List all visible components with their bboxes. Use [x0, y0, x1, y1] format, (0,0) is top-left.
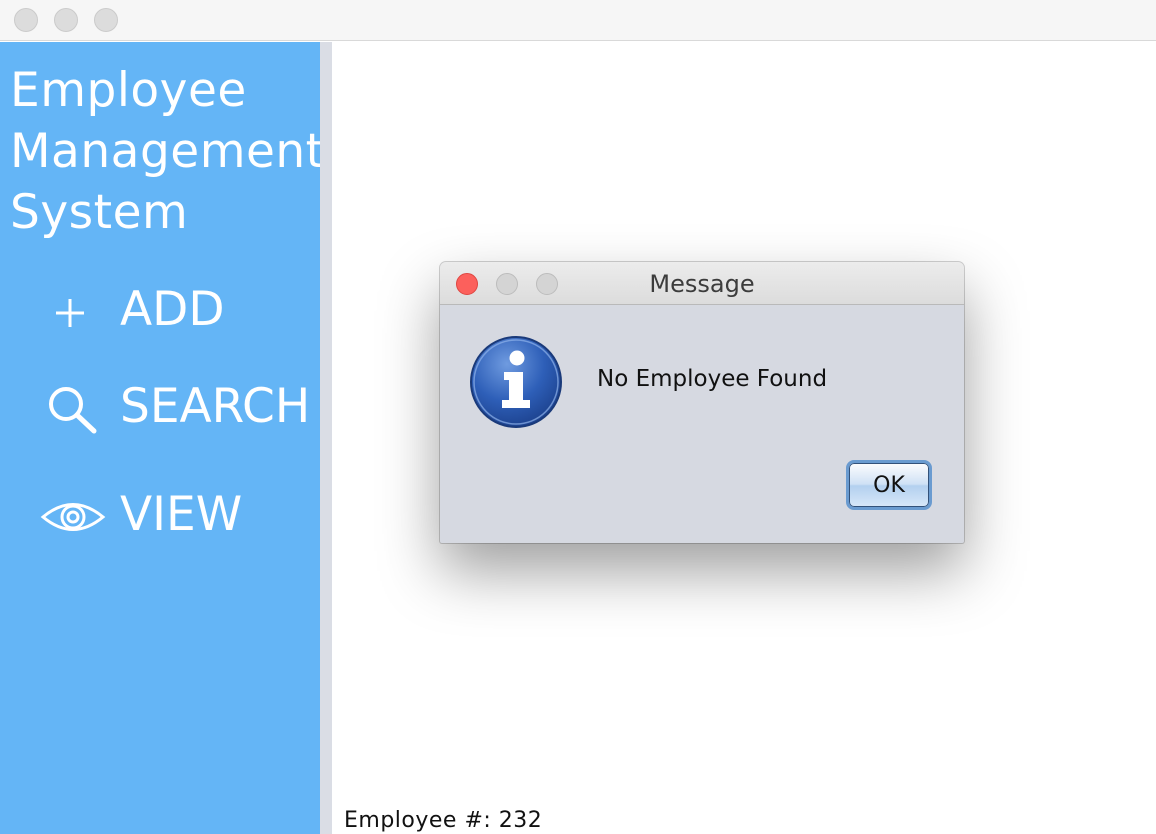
app-title-line: Management — [10, 124, 325, 179]
sidebar-item-add[interactable]: ADD — [0, 275, 320, 345]
app-title-line: System — [10, 185, 189, 240]
window-titlebar — [0, 0, 1156, 41]
app-title: Employee Management System — [10, 60, 325, 243]
employee-number-label: Employee #: — [344, 808, 492, 833]
ok-button[interactable]: OK — [846, 460, 932, 510]
sidebar-item-label: ADD — [120, 282, 225, 337]
sidebar-item-label: SEARCH — [120, 379, 311, 434]
employee-number-value: 232 — [498, 808, 543, 833]
search-icon — [49, 387, 97, 434]
window-close-button[interactable] — [14, 8, 38, 32]
message-dialog: Message No Employee Found OK — [440, 262, 964, 543]
window-zoom-button[interactable] — [94, 8, 118, 32]
info-icon — [470, 336, 562, 428]
employee-number-line: Employee #: 232 — [344, 808, 542, 833]
window-minimize-button[interactable] — [54, 8, 78, 32]
plus-icon — [56, 299, 84, 327]
sidebar: Employee Management System ADD SEARCH VI… — [0, 42, 324, 834]
app-title-line: Employee — [10, 63, 247, 118]
dialog-message: No Employee Found — [597, 366, 828, 392]
eye-icon — [40, 503, 106, 531]
sidebar-item-label: VIEW — [120, 487, 243, 542]
dialog-titlebar: Message — [440, 262, 964, 305]
sidebar-item-search[interactable]: SEARCH — [0, 372, 320, 442]
dialog-title: Message — [649, 270, 755, 298]
sidebar-divider — [320, 42, 332, 834]
sidebar-item-view[interactable]: VIEW — [0, 480, 320, 550]
